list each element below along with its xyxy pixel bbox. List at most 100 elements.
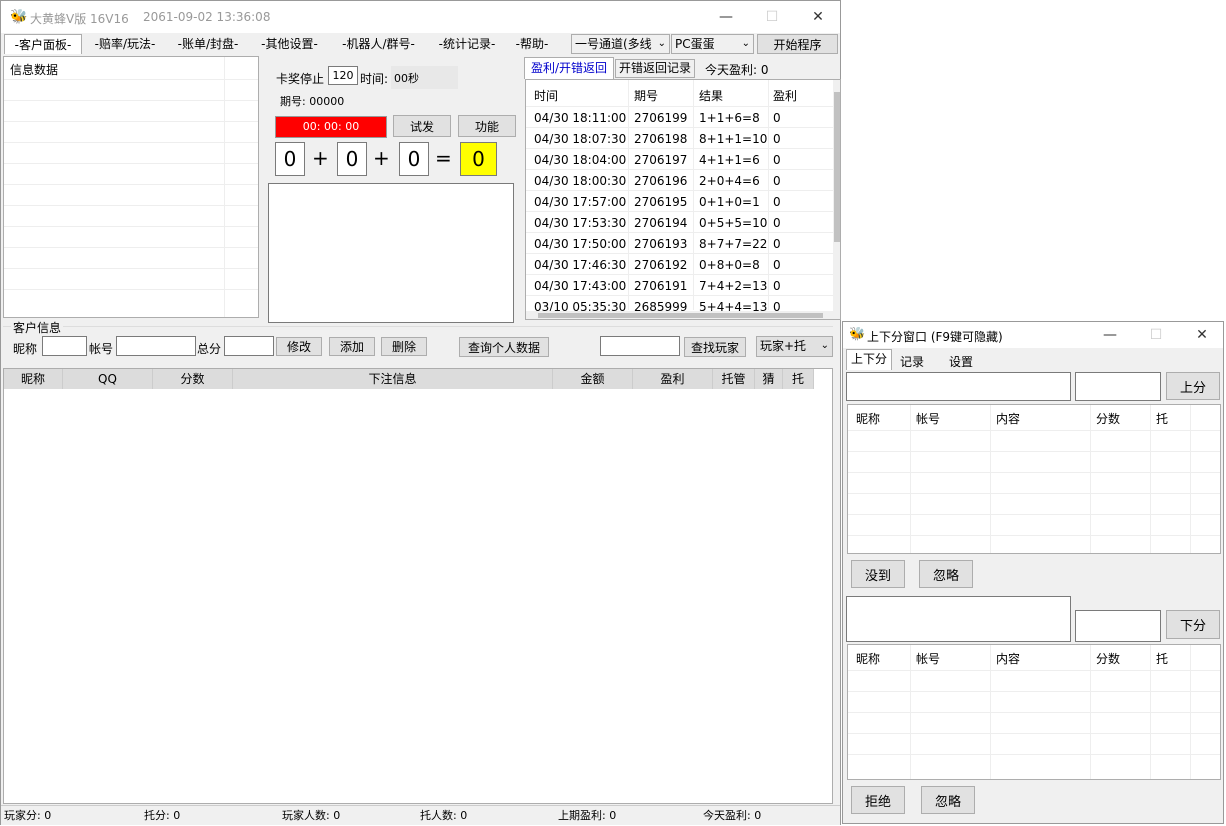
down-col-nick: 昵称 <box>856 652 881 666</box>
status-last-profit: 上期盈利: 0 <box>558 809 617 822</box>
minimize-icon[interactable]: — <box>1087 322 1133 348</box>
time-label: 时间: <box>360 72 389 86</box>
col-profit: 盈利 <box>773 89 798 103</box>
table-row[interactable]: 04/30 18:07:30 2706198 8+1+1=10 0 <box>526 127 834 148</box>
up-amount-input[interactable] <box>1075 372 1161 401</box>
table-row[interactable]: 04/30 17:43:00 2706191 7+4+2=13 0 <box>526 274 834 295</box>
not-arrived-button[interactable]: 没到 <box>851 560 905 588</box>
tab-records[interactable]: 记录 <box>900 353 924 370</box>
chevron-down-icon: ⌄ <box>741 38 750 49</box>
find-player-input[interactable] <box>600 336 680 356</box>
function-button[interactable]: 功能 <box>458 115 516 137</box>
modify-button[interactable]: 修改 <box>276 337 322 356</box>
close-icon[interactable]: ✕ <box>795 1 841 33</box>
status-player-score: 玩家分: 0 <box>4 809 52 822</box>
table-row[interactable]: 04/30 18:00:30 2706196 2+0+4=6 0 <box>526 169 834 190</box>
tab-stats[interactable]: -统计记录- <box>429 34 505 54</box>
down-col-score: 分数 <box>1096 652 1121 666</box>
tab-bill[interactable]: -账单/封盘- <box>168 34 248 54</box>
player-filter-value: 玩家+托 <box>760 339 807 353</box>
table-row[interactable]: 04/30 18:11:00 2706199 1+1+6=8 0 <box>526 106 834 127</box>
account-input[interactable] <box>116 336 196 356</box>
game-select[interactable]: PC蛋蛋 ⌄ <box>671 34 754 54</box>
tab-odds[interactable]: -赔率/玩法- <box>85 34 165 54</box>
tab-up-down-label: 上下分 <box>850 352 887 366</box>
nickname-input[interactable] <box>42 336 87 356</box>
cell-result: 7+4+2=13 <box>699 279 768 293</box>
cell-time: 04/30 17:43:00 <box>534 279 627 293</box>
query-personal-data-button[interactable]: 查询个人数据 <box>459 337 549 357</box>
cell-time: 04/30 17:46:30 <box>534 258 627 272</box>
message-log-area[interactable] <box>268 183 514 323</box>
status-player-count: 玩家人数: 0 <box>282 809 341 822</box>
horizontal-scrollbar[interactable] <box>526 311 840 319</box>
digit-3: 0 <box>399 142 429 176</box>
player-filter-select[interactable]: 玩家+托 ⌄ <box>756 336 833 357</box>
col-result: 结果 <box>699 89 724 103</box>
subtract-score-button[interactable]: 下分 <box>1166 610 1220 639</box>
results-header: 时间 期号 结果 盈利 <box>526 80 834 106</box>
cell-result: 8+7+7=22 <box>699 237 768 251</box>
down-col-account: 帐号 <box>916 652 941 666</box>
tab-robot[interactable]: -机器人/群号- <box>331 34 426 54</box>
ignore-down-button[interactable]: 忽略 <box>921 786 975 814</box>
table-row[interactable]: 04/30 17:50:00 2706193 8+7+7=22 0 <box>526 232 834 253</box>
cell-time: 04/30 18:04:00 <box>534 153 627 167</box>
table-row[interactable]: 04/30 17:57:00 2706195 0+1+0=1 0 <box>526 190 834 211</box>
app-datetime: 2061-09-02 13:36:08 <box>143 10 271 24</box>
cell-profit: 0 <box>773 132 781 146</box>
cell-period: 2706195 <box>634 195 688 209</box>
table-row[interactable]: 04/30 17:46:30 2706192 0+8+0=8 0 <box>526 253 834 274</box>
cell-profit: 0 <box>773 237 781 251</box>
ignore-up-button[interactable]: 忽略 <box>919 560 973 588</box>
channel-select[interactable]: 一号通道(多线 ⌄ <box>571 34 670 54</box>
table-row[interactable]: 04/30 17:53:30 2706194 0+5+5=10 0 <box>526 211 834 232</box>
tab-up-down[interactable]: 上下分 <box>846 349 892 370</box>
cell-result: 0+1+0=1 <box>699 195 760 209</box>
cell-period: 2706196 <box>634 174 688 188</box>
status-proxy-count: 托人数: 0 <box>420 809 468 822</box>
down-message-input[interactable] <box>846 596 1071 642</box>
info-data-list[interactable]: 信息数据 <box>3 56 259 318</box>
cell-profit: 0 <box>773 111 781 125</box>
reject-button[interactable]: 拒绝 <box>851 786 905 814</box>
hdr-amount: 金额 <box>553 369 633 389</box>
up-col-account: 帐号 <box>916 412 941 426</box>
tab-settings[interactable]: -其他设置- <box>252 34 327 54</box>
minimize-icon[interactable]: — <box>703 1 749 33</box>
find-player-button[interactable]: 查找玩家 <box>684 337 746 357</box>
sum-digit: 0 <box>460 142 497 176</box>
total-input[interactable] <box>224 336 274 356</box>
down-amount-input[interactable] <box>1075 610 1161 642</box>
cell-period: 2706191 <box>634 279 688 293</box>
cell-time: 04/30 17:53:30 <box>534 216 627 230</box>
cell-period: 2706192 <box>634 258 688 272</box>
table-row[interactable]: 04/30 18:04:00 2706197 4+1+1=6 0 <box>526 148 834 169</box>
tab-side-settings[interactable]: 设置 <box>949 353 973 370</box>
up-requests-grid[interactable]: 昵称 帐号 内容 分数 托 <box>847 404 1221 554</box>
add-score-button[interactable]: 上分 <box>1166 372 1220 400</box>
col-time: 时间 <box>534 89 559 103</box>
delete-button[interactable]: 删除 <box>381 337 427 356</box>
up-message-input[interactable] <box>846 372 1071 401</box>
down-requests-grid[interactable]: 昵称 帐号 内容 分数 托 <box>847 644 1221 780</box>
timer-value: 00: 00: 00 <box>302 120 360 133</box>
channel-value: 一号通道(多线 <box>575 37 652 51</box>
up-col-proxy: 托 <box>1156 412 1169 426</box>
tab-profit[interactable]: 盈利/开错返回 <box>524 57 614 79</box>
vertical-scrollbar[interactable] <box>833 80 840 312</box>
trial-send-button[interactable]: 试发 <box>393 115 451 137</box>
players-grid[interactable]: 昵称 QQ 分数 下注信息 金额 盈利 托管 猜 托 <box>3 368 833 804</box>
start-program-button[interactable]: 开始程序 <box>757 34 838 54</box>
cell-result: 0+5+5=10 <box>699 216 768 230</box>
cell-period: 2706194 <box>634 216 688 230</box>
tab-customer-panel[interactable]: -客户面板- <box>4 34 82 54</box>
add-button[interactable]: 添加 <box>329 337 375 356</box>
stop-seconds-input[interactable]: 120 <box>328 66 358 85</box>
tab-error-record[interactable]: 开错返回记录 <box>615 59 695 78</box>
close-icon[interactable]: ✕ <box>1179 322 1225 348</box>
down-col-proxy: 托 <box>1156 652 1169 666</box>
maximize-icon[interactable]: ☐ <box>1133 322 1179 348</box>
maximize-icon[interactable]: ☐ <box>749 1 795 33</box>
tab-help[interactable]: -帮助- <box>508 34 556 54</box>
